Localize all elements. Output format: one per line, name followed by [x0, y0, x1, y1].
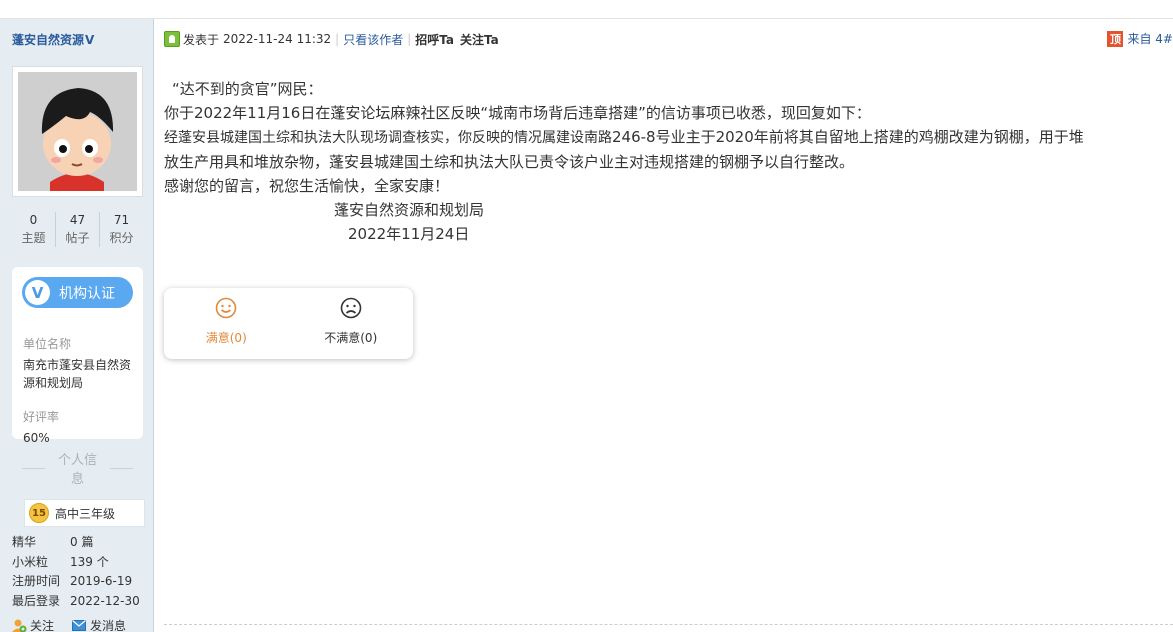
level-badge-icon: 15	[29, 503, 49, 523]
info-value: 0 篇	[70, 535, 94, 549]
separator: |	[407, 32, 412, 46]
org-certification-badge[interactable]: V 机构认证	[22, 277, 133, 308]
post-date: 2022年11月24日	[348, 225, 470, 243]
user-level-label: 高中三年级	[55, 506, 116, 521]
unsatisfied-button[interactable]: 不满意(0)	[289, 288, 414, 359]
info-row-digest: 精华 0 篇	[12, 533, 140, 553]
stat-points-value: 71	[113, 213, 130, 227]
stat-points-label: 积分	[109, 231, 134, 245]
rating-box: 满意(0) 不满意(0)	[164, 288, 413, 359]
message-icon	[72, 620, 87, 631]
author-sidebar: 蓬安自然资源V 0 主题 47 帖子 71 积分 V 机构认证 单位名称 南充市…	[0, 19, 154, 632]
top-icon[interactable]: 顶	[1107, 30, 1124, 47]
follow-label[interactable]: 关注	[30, 617, 54, 632]
info-key: 小米粒	[12, 554, 49, 569]
posted-prefix: 发表于	[183, 32, 220, 47]
approval-rate-value: 60%	[23, 431, 50, 445]
satisfied-button[interactable]: 满意(0)	[164, 288, 289, 359]
info-value: 2022-12-30	[70, 593, 140, 608]
online-status-icon	[164, 31, 180, 47]
separator: |	[335, 32, 340, 46]
verified-icon: V	[85, 33, 95, 47]
stat-points[interactable]: 71 积分	[99, 212, 143, 247]
top-divider	[0, 18, 1173, 19]
post-line-findings-part2: 246-8号业主于2020年前将其自留地上搭建的鸡棚改建为钢棚，用于堆	[612, 128, 1084, 146]
user-level[interactable]: 15 高中三年级	[24, 499, 145, 527]
stat-threads[interactable]: 0 主题	[12, 212, 55, 247]
info-key: 注册时间	[12, 574, 61, 588]
avatar-illustration	[18, 72, 137, 191]
info-key: 最后登录	[12, 593, 61, 608]
floor-number[interactable]: 来自 4#	[1127, 30, 1173, 47]
info-row-register: 注册时间 2019-6-19	[12, 572, 140, 592]
info-key: 精华	[12, 535, 37, 549]
post-line-action: 放生产用具和堆放杂物，蓬安县城建国土综和执法大队已责令该户业主对违规搭建的钢棚予…	[164, 153, 855, 171]
follow-button[interactable]: 关注	[12, 617, 54, 632]
user-info-list: 精华 0 篇 小米粒 139 个 注册时间 2019-6-19 最后登录 202…	[12, 533, 140, 611]
unit-name-value: 南充市蓬安县自然资源和规划局	[23, 358, 132, 390]
personal-info-title: 个人信息	[12, 449, 143, 487]
unit-name-label: 单位名称	[23, 337, 72, 351]
post-header: 发表于 2022-11-24 11:32 | 只看该作者 | 招呼Ta 关注Ta…	[164, 30, 1173, 48]
stat-posts[interactable]: 47 帖子	[55, 212, 99, 247]
stat-posts-label: 帖子	[65, 231, 90, 245]
stat-threads-label: 主题	[21, 231, 46, 245]
divider-left	[22, 467, 46, 469]
org-badge-label: 机构认证	[59, 285, 115, 302]
only-author-link[interactable]: 只看该作者	[343, 31, 403, 48]
verified-v-icon: V	[25, 280, 50, 305]
avatar[interactable]	[12, 66, 143, 197]
satisfied-label[interactable]: 满意(0)	[206, 329, 247, 346]
author-name[interactable]: 蓬安自然资源V	[12, 31, 94, 48]
personal-info-title-text: 个人信息	[57, 453, 97, 487]
follow-author-button[interactable]: 关注Ta	[460, 31, 499, 48]
info-row-rice: 小米粒 139 个	[12, 553, 140, 573]
post-content: “达不到的贪官”网民： 你于2022年11月16日在蓬安论坛麻辣社区反映“城南市…	[164, 77, 1173, 246]
post-line-thanks: 感谢您的留言，祝您生活愉快，全家安康！	[164, 177, 450, 195]
post-line-intro: 你于2022年11月16日在蓬安论坛麻辣社区反映“城南市场背后违章搭建”的信访事…	[164, 104, 871, 122]
post-bottom-divider	[164, 624, 1173, 625]
info-value: 139 个	[70, 554, 109, 569]
smile-icon	[215, 297, 237, 319]
send-message-label[interactable]: 发消息	[90, 617, 126, 632]
author-stats: 0 主题 47 帖子 71 积分	[12, 212, 143, 247]
stat-posts-value: 47	[69, 213, 86, 227]
greet-button[interactable]: 招呼Ta	[415, 31, 454, 48]
org-certification-card: V 机构认证 单位名称 南充市蓬安县自然资源和规划局 好评率 60%	[12, 267, 143, 445]
post-line-findings: 经蓬安县城建国土综和执法大队现场调查核实，你反映的情况属建设南路246-8号业主…	[164, 125, 1173, 150]
frown-icon	[340, 297, 362, 319]
approval-rate-label: 好评率	[23, 410, 60, 424]
posted-time: 2022-11-24 11:32	[223, 32, 332, 46]
post-header-right: 顶 来自 4#	[1107, 30, 1173, 47]
post-line-findings-part1: 经蓬安县城建国土综和执法大队现场调查核实，你反映的情况属建设南路	[164, 130, 612, 146]
post-signature: 蓬安自然资源和规划局	[334, 201, 485, 219]
post-line-greeting: “达不到的贪官”网民：	[172, 80, 323, 98]
avatar-image[interactable]	[18, 72, 137, 191]
send-message-button[interactable]: 发消息	[72, 617, 126, 632]
follow-icon	[12, 619, 27, 632]
info-row-last-login: 最后登录 2022-12-30	[12, 592, 140, 612]
info-value: 2019-6-19	[70, 574, 133, 588]
author-actions: 关注 发消息	[12, 617, 144, 632]
author-name-text[interactable]: 蓬安自然资源	[12, 33, 84, 47]
divider-right	[109, 467, 133, 469]
unsatisfied-label[interactable]: 不满意(0)	[324, 329, 377, 346]
stat-threads-value: 0	[29, 213, 38, 227]
